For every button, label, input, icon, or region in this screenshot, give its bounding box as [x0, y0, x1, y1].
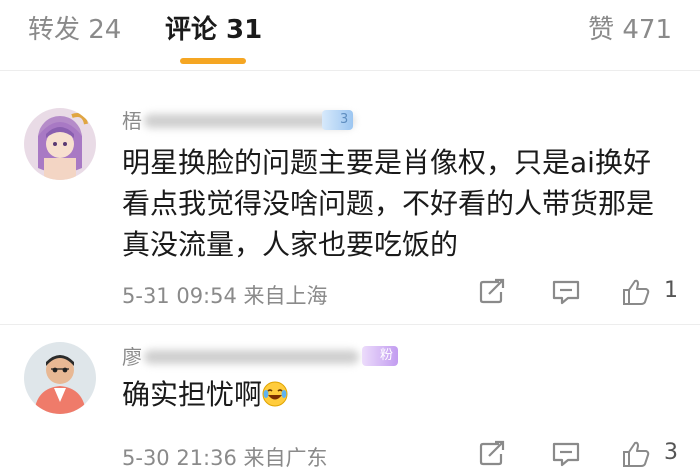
thumbs-up-icon — [623, 279, 650, 305]
comment-tabs: 转发 24 评论 31 赞 471 — [0, 0, 700, 70]
share-button[interactable] — [477, 440, 507, 468]
comment-text-line: 真没流量，人家也要吃饭的 — [122, 228, 459, 261]
username-blurred — [144, 350, 359, 364]
comment-text: 确实担忧啊 — [122, 374, 288, 415]
fan-badge: 3 — [322, 110, 354, 130]
thumbs-up-icon — [623, 441, 650, 467]
divider — [0, 324, 700, 325]
active-tab-indicator — [180, 58, 246, 64]
tab-comments[interactable]: 评论 31 — [165, 14, 262, 46]
comment-text-line: 明星换脸的问题主要是肖像权，只是ai换好 — [122, 146, 651, 179]
comment-text: 明星换脸的问题主要是肖像权，只是ai换好 看点我觉得没啥问题，不好看的人带货那是… — [122, 142, 654, 265]
like-count: 1 — [664, 278, 678, 303]
laughing-crying-emoji-icon — [262, 381, 288, 407]
avatar[interactable] — [24, 342, 96, 414]
comment-text-line: 确实担忧啊 — [122, 378, 263, 411]
comment-text-line: 看点我觉得没啥问题，不好看的人带货那是 — [122, 187, 655, 220]
reply-button[interactable] — [551, 440, 581, 468]
share-icon — [479, 440, 505, 466]
tab-repost[interactable]: 转发 24 — [28, 14, 121, 46]
like-button[interactable] — [621, 440, 651, 468]
comment-time: 5-31 09:54 — [122, 284, 237, 308]
username[interactable]: 廖 — [122, 344, 142, 370]
comment-icon — [552, 442, 580, 467]
divider — [0, 70, 700, 71]
comment-location: 来自广东 — [243, 446, 328, 470]
comment-meta: 5-31 09:54 来自上海 — [122, 280, 328, 310]
comment-location: 来自上海 — [243, 284, 328, 308]
comment-icon — [552, 280, 580, 305]
reply-button[interactable] — [551, 278, 581, 306]
like-count: 3 — [664, 440, 678, 465]
share-icon — [479, 278, 505, 304]
tab-likes[interactable]: 赞 471 — [588, 14, 672, 46]
comment-time: 5-30 21:36 — [122, 446, 237, 470]
avatar[interactable] — [24, 108, 96, 180]
fan-badge: 粉2 — [362, 346, 399, 383]
share-button[interactable] — [477, 278, 507, 306]
username[interactable]: 梧 — [122, 108, 142, 134]
like-button[interactable] — [621, 278, 651, 306]
